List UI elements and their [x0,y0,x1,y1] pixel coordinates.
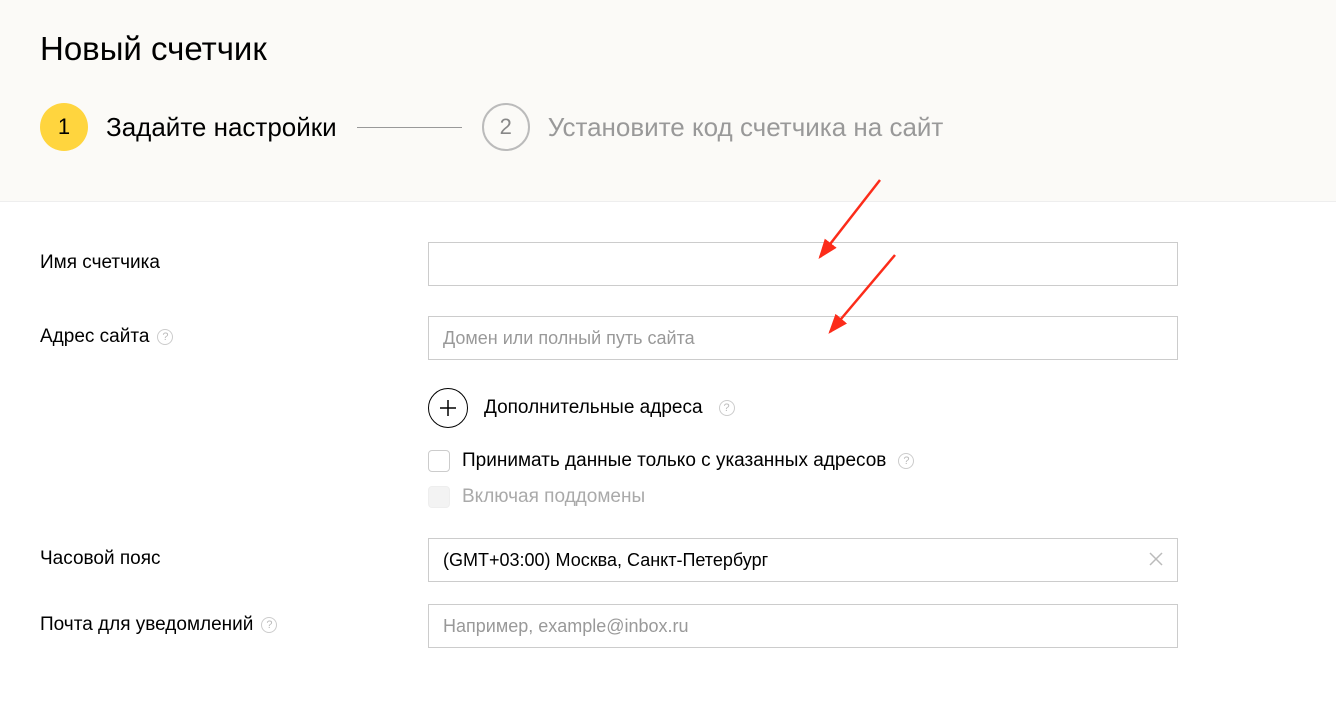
site-address-label-text: Адрес сайта [40,326,149,348]
site-address-input[interactable] [428,316,1178,360]
include-subdomains-label: Включая поддомены [462,486,645,508]
form-section: Имя счетчика Адрес сайта ? Дополнительны… [0,202,1336,648]
step-connector [357,127,462,128]
plus-icon [439,399,457,417]
step-2-circle: 2 [482,103,530,151]
counter-name-field [428,242,1178,286]
step-2[interactable]: 2 Установите код счетчика на сайт [482,103,944,151]
additional-addresses-label: Дополнительные адреса [484,397,703,419]
email-field [428,604,1178,648]
accept-only-label: Принимать данные только с указанных адре… [462,450,886,472]
timezone-field: (GMT+03:00) Москва, Санкт-Петербург [428,538,1178,582]
email-label: Почта для уведомлений ? [40,604,428,636]
help-icon[interactable]: ? [157,329,173,345]
include-subdomains-row: Включая поддомены [428,486,1178,508]
additional-addresses-row: Дополнительные адреса ? [428,388,1178,428]
accept-only-row: Принимать данные только с указанных адре… [428,450,1178,472]
include-subdomains-checkbox [428,486,450,508]
counter-name-row: Имя счетчика [40,242,1296,286]
header-section: Новый счетчик 1 Задайте настройки 2 Уста… [0,0,1336,202]
step-1[interactable]: 1 Задайте настройки [40,103,337,151]
site-address-field: Дополнительные адреса ? Принимать данные… [428,316,1178,538]
help-icon[interactable]: ? [719,400,735,416]
email-label-text: Почта для уведомлений [40,614,253,636]
steps-row: 1 Задайте настройки 2 Установите код сче… [40,103,1296,151]
add-address-button[interactable] [428,388,468,428]
counter-name-label-text: Имя счетчика [40,252,160,274]
step-1-circle: 1 [40,103,88,151]
timezone-label: Часовой пояс [40,538,428,570]
accept-only-checkbox[interactable] [428,450,450,472]
timezone-label-text: Часовой пояс [40,548,161,570]
counter-name-input[interactable] [428,242,1178,286]
timezone-row: Часовой пояс (GMT+03:00) Москва, Санкт-П… [40,538,1296,582]
site-address-row: Адрес сайта ? Дополнительные адреса ? Пр… [40,316,1296,538]
step-1-label: Задайте настройки [106,112,337,143]
timezone-value: (GMT+03:00) Москва, Санкт-Петербург [443,550,768,571]
email-input[interactable] [428,604,1178,648]
email-row: Почта для уведомлений ? [40,604,1296,648]
timezone-select[interactable]: (GMT+03:00) Москва, Санкт-Петербург [428,538,1178,582]
step-2-label: Установите код счетчика на сайт [548,112,944,143]
help-icon[interactable]: ? [898,453,914,469]
help-icon[interactable]: ? [261,617,277,633]
clear-icon[interactable] [1149,550,1163,571]
page-title: Новый счетчик [40,30,1296,68]
counter-name-label: Имя счетчика [40,242,428,274]
site-address-label: Адрес сайта ? [40,316,428,348]
